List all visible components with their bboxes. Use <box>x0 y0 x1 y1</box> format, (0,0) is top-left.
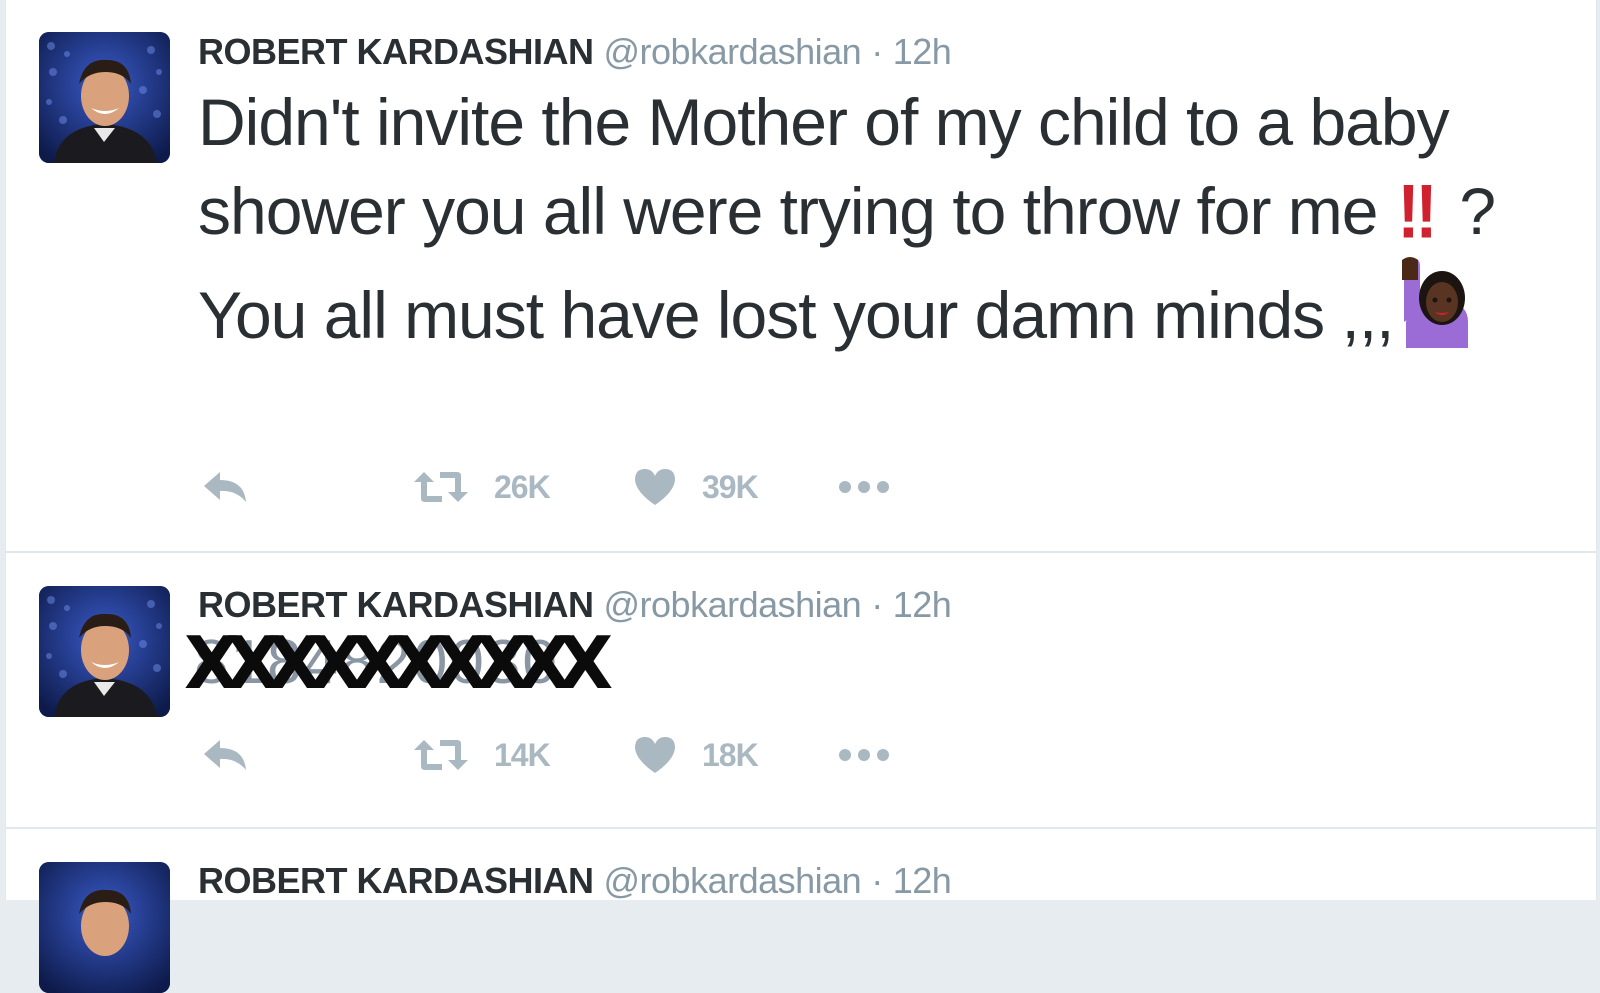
separator: · <box>871 31 883 72</box>
redaction-marks: XXXXXXXXXX <box>184 621 613 705</box>
avatar[interactable] <box>39 586 170 717</box>
timestamp[interactable]: 12h <box>893 860 952 901</box>
timestamp[interactable]: 12h <box>893 31 952 72</box>
heart-icon <box>635 737 675 773</box>
tweet-actions: 14K 18K <box>198 730 958 780</box>
author-handle[interactable]: @robkardashian <box>604 860 862 901</box>
like-count: 39K <box>702 468 759 505</box>
tweet[interactable]: ROBERT KARDASHIAN @robkardashian · 12h Di… <box>6 0 1596 553</box>
author-name[interactable]: ROBERT KARDASHIAN <box>198 860 594 901</box>
raising-hand-emoji-icon <box>1398 256 1474 348</box>
separator: · <box>871 860 883 901</box>
tweet-text-part-1: Didn't invite the Mother of my child to … <box>198 85 1450 248</box>
timestamp[interactable]: 12h <box>893 584 952 625</box>
tweet-actions: 26K 39K <box>198 462 958 512</box>
avatar-image <box>39 862 170 993</box>
avatar[interactable] <box>39 862 170 993</box>
tweet[interactable]: ROBERT KARDASHIAN @robkardashian · 12h 81… <box>6 553 1596 829</box>
author-name[interactable]: ROBERT KARDASHIAN <box>198 31 594 72</box>
more-icon <box>839 481 889 493</box>
reply-icon <box>204 740 246 770</box>
tweet-timeline: ROBERT KARDASHIAN @robkardashian · 12h Di… <box>5 0 1597 993</box>
more-button[interactable] <box>838 730 890 780</box>
retweet-button[interactable]: 14K <box>414 730 551 780</box>
author-name[interactable]: ROBERT KARDASHIAN <box>198 584 594 625</box>
heart-icon <box>635 469 675 505</box>
like-button[interactable]: 18K <box>634 730 759 780</box>
tweet-text: Didn't invite the Mother of my child to … <box>198 78 1568 360</box>
reply-icon <box>204 472 246 502</box>
tweet-header: ROBERT KARDASHIAN @robkardashian · 12h <box>198 859 952 903</box>
double-exclamation-emoji: ‼ <box>1397 168 1437 254</box>
retweet-count: 26K <box>494 468 551 505</box>
more-button[interactable] <box>838 462 890 512</box>
reply-button[interactable] <box>202 462 248 512</box>
tweet[interactable]: ROBERT KARDASHIAN @robkardashian · 12h <box>6 829 1596 993</box>
retweet-icon <box>414 472 468 502</box>
tweet-header: ROBERT KARDASHIAN @robkardashian · 12h <box>198 30 952 74</box>
avatar[interactable] <box>39 32 170 163</box>
avatar-image <box>39 586 170 717</box>
avatar-image <box>39 32 170 163</box>
author-handle[interactable]: @robkardashian <box>604 31 862 72</box>
like-button[interactable]: 39K <box>634 462 759 512</box>
reply-button[interactable] <box>202 730 248 780</box>
like-count: 18K <box>702 736 759 773</box>
author-handle[interactable]: @robkardashian <box>604 584 862 625</box>
more-icon <box>839 749 889 761</box>
retweet-count: 14K <box>494 736 551 773</box>
redacted-phone-number: 8184820030 XXXXXXXXXX <box>184 627 613 699</box>
separator: · <box>871 584 883 625</box>
retweet-button[interactable]: 26K <box>414 462 551 512</box>
retweet-icon <box>414 740 468 770</box>
